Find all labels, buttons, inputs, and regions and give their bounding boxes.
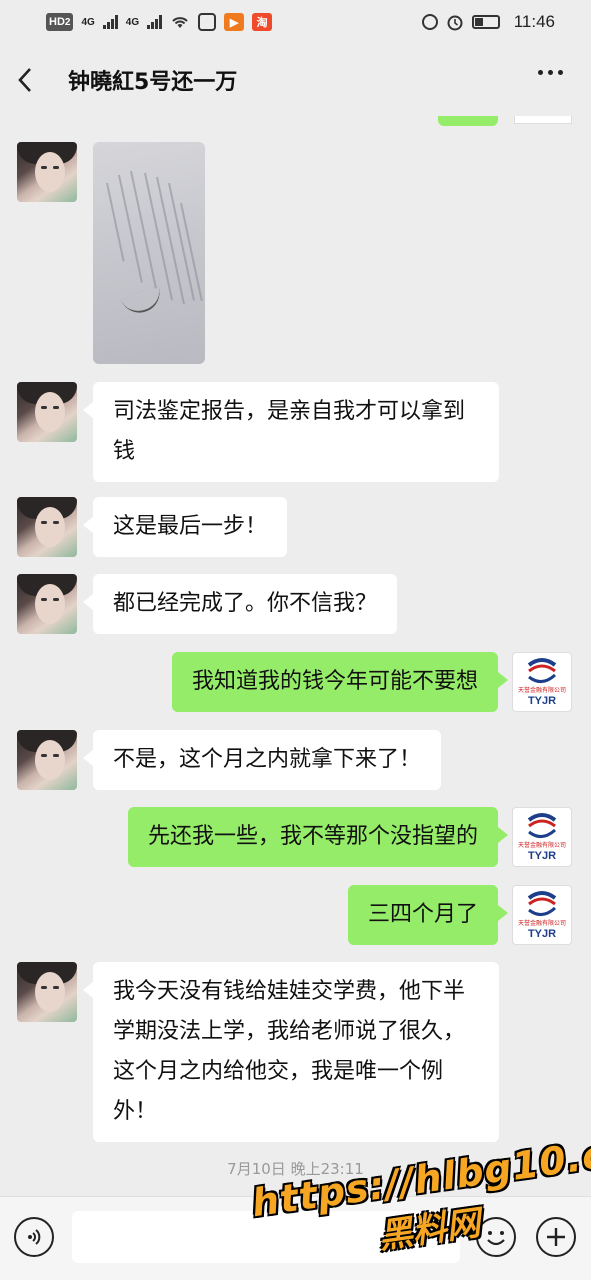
video-app-icon: ▶ bbox=[224, 13, 245, 31]
network-label-2: 4G bbox=[125, 16, 140, 28]
message-row: 这是最后一步！ bbox=[0, 497, 591, 557]
logo-company-text: 天誉金融有限公司 bbox=[517, 920, 566, 927]
wifi-icon bbox=[172, 17, 188, 28]
logo-brand-text: TYJR bbox=[527, 928, 557, 940]
plus-button[interactable] bbox=[536, 1217, 576, 1257]
message-row bbox=[0, 142, 591, 368]
message-row: 天誉金融有限公司 TYJR 我知道我的钱今年可能不要想 bbox=[0, 652, 591, 712]
company-logo-icon bbox=[527, 813, 557, 838]
more-icon[interactable] bbox=[538, 70, 563, 75]
avatar[interactable] bbox=[17, 497, 77, 557]
alarm-icon bbox=[447, 15, 463, 31]
company-logo-icon bbox=[527, 658, 557, 683]
message-bubble[interactable]: 三四个月了 bbox=[347, 885, 509, 945]
logo-company-text: 天誉金融有限公司 bbox=[517, 842, 566, 849]
clock-time: 11:46 bbox=[513, 12, 555, 31]
chat-title: 钟曉紅5号还一万 bbox=[68, 70, 238, 95]
status-left: HD 2 4G 4G ▶ 淘 bbox=[46, 13, 273, 31]
hand-icon bbox=[198, 13, 217, 31]
status-right: 11:46 bbox=[421, 12, 555, 32]
message-row: 天誉金融有限公司 TYJR 先还我一些，我不等那个没指望的 bbox=[0, 807, 591, 867]
partial-contact-avatar: TYJR bbox=[514, 116, 572, 124]
message-bubble[interactable]: 先还我一些，我不等那个没指望的 bbox=[127, 807, 509, 867]
message-bubble[interactable]: 司法鉴定报告，是亲自我才可以拿到钱 bbox=[83, 382, 499, 482]
logo-brand-text: TYJR bbox=[527, 695, 557, 707]
status-bar: HD 2 4G 4G ▶ 淘 11:46 bbox=[0, 0, 591, 44]
partial-logo-text: TYJR bbox=[515, 116, 571, 118]
message-row: 都已经完成了。你不信我？ bbox=[0, 574, 591, 634]
partial-message-bubble bbox=[438, 116, 498, 126]
avatar[interactable] bbox=[17, 382, 77, 442]
back-button[interactable] bbox=[18, 65, 44, 95]
network-label-1: 4G bbox=[81, 16, 95, 28]
signal-icon-2 bbox=[147, 15, 163, 29]
company-logo-icon bbox=[527, 891, 557, 916]
image-message[interactable] bbox=[93, 142, 205, 364]
signal-icon bbox=[102, 15, 118, 29]
avatar[interactable] bbox=[17, 142, 77, 202]
contact-avatar[interactable]: 天誉金融有限公司 TYJR bbox=[512, 652, 572, 712]
logo-company-text: 天誉金融有限公司 bbox=[517, 687, 566, 694]
hd-sub: 2 bbox=[64, 16, 71, 28]
message-bubble[interactable]: 都已经完成了。你不信我？ bbox=[82, 574, 398, 634]
avatar[interactable] bbox=[17, 962, 77, 1022]
signature-mark bbox=[120, 285, 166, 319]
message-row: 天誉金融有限公司 TYJR 三四个月了 bbox=[0, 885, 591, 945]
message-bubble[interactable]: 不是，这个月之内就拿下来了！ bbox=[82, 730, 442, 790]
voice-button[interactable] bbox=[14, 1217, 54, 1257]
hd-label: HD bbox=[49, 16, 65, 28]
message-row: 司法鉴定报告，是亲自我才可以拿到钱 bbox=[0, 382, 591, 482]
message-row: 不是，这个月之内就拿下来了！ bbox=[0, 730, 591, 790]
contact-avatar[interactable]: 天誉金融有限公司 TYJR bbox=[512, 885, 572, 945]
voice-icon bbox=[28, 1229, 41, 1245]
back-icon bbox=[18, 68, 31, 92]
logo-brand-text: TYJR bbox=[527, 850, 557, 862]
avatar[interactable] bbox=[17, 574, 77, 634]
message-bubble[interactable]: 我今天没有钱给娃娃交学费，他下半学期没法上学，我给老师说了很久，这个月之内给他交… bbox=[83, 962, 499, 1142]
avatar[interactable] bbox=[17, 730, 77, 790]
plus-icon bbox=[547, 1228, 565, 1246]
chat-header: 钟曉紅5号还一万 bbox=[0, 44, 591, 116]
message-row: 我今天没有钱给娃娃交学费，他下半学期没法上学，我给老师说了很久，这个月之内给他交… bbox=[0, 962, 591, 1142]
contact-avatar[interactable]: 天誉金融有限公司 TYJR bbox=[512, 807, 572, 867]
emoji-icon bbox=[487, 1231, 505, 1246]
message-bubble[interactable]: 我知道我的钱今年可能不要想 bbox=[171, 652, 509, 712]
message-list[interactable]: TYJR 司法鉴定报告，是亲自我才可以拿到钱 这是最后一步！ 都已经完成了。你不… bbox=[0, 116, 591, 1196]
message-bubble[interactable]: 这是最后一步！ bbox=[82, 497, 288, 557]
taobao-app-icon: 淘 bbox=[252, 13, 273, 31]
hd-badge: HD 2 bbox=[46, 13, 74, 31]
vibrate-icon bbox=[421, 14, 438, 30]
battery-icon bbox=[471, 15, 500, 29]
